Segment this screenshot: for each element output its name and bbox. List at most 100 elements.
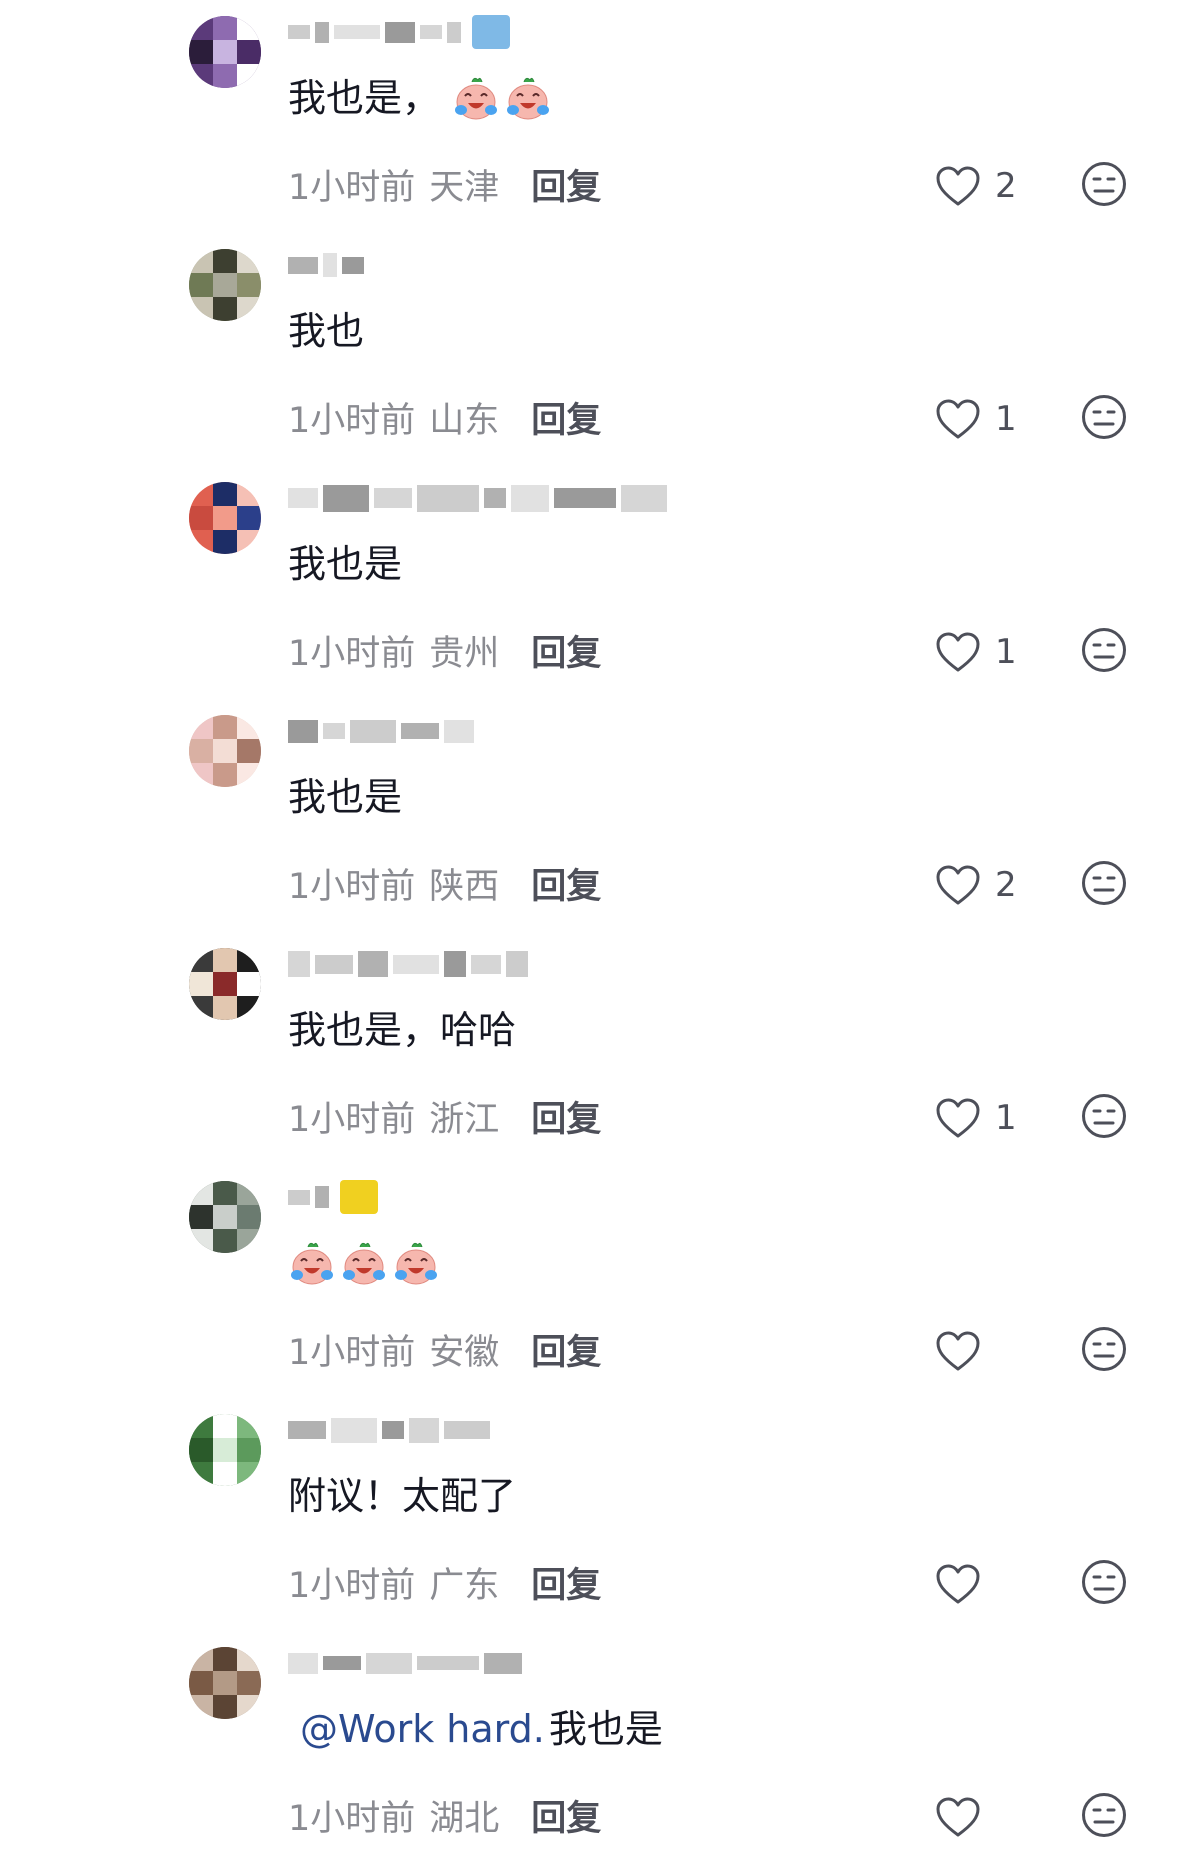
reply-button[interactable]: 回复: [531, 392, 601, 443]
neutral-face-icon[interactable]: [1081, 1792, 1127, 1838]
username-obscured[interactable]: [288, 713, 474, 749]
username-mosaic-block: [417, 1656, 479, 1670]
reply-button[interactable]: 回复: [531, 858, 601, 909]
username-mosaic-block: [366, 1652, 412, 1674]
username-mosaic-block: [350, 719, 396, 743]
username-obscured[interactable]: [288, 1179, 378, 1215]
avatar-pixel: [213, 739, 237, 763]
comment-item: 我也是， 1小时前 天津 回复 2: [0, 0, 1179, 234]
avatar[interactable]: [189, 16, 261, 88]
heart-icon[interactable]: [935, 1330, 981, 1372]
reply-button[interactable]: 回复: [531, 1091, 601, 1142]
avatar-pixel: [213, 1205, 237, 1229]
heart-icon[interactable]: [935, 864, 981, 906]
comment-item: 我也 1小时前 山东 回复 1: [0, 233, 1179, 467]
neutral-face-icon[interactable]: [1081, 627, 1127, 673]
like-button[interactable]: 2: [935, 162, 1017, 210]
comment-meta: 1小时前 天津 回复: [288, 158, 601, 210]
comment-item: 1小时前 安徽 回复: [0, 1165, 1179, 1399]
comment-region: 贵州: [429, 633, 500, 674]
avatar-pixel: [189, 996, 213, 1020]
reply-button[interactable]: 回复: [531, 159, 601, 210]
heart-icon[interactable]: [935, 1563, 981, 1605]
avatar-pixel: [237, 1695, 261, 1719]
username-obscured[interactable]: [288, 247, 364, 283]
avatar[interactable]: [189, 1647, 261, 1719]
avatar-pixel: [213, 1181, 237, 1205]
avatar-pixel: [189, 64, 213, 88]
username-obscured[interactable]: [288, 1412, 490, 1448]
reply-button[interactable]: 回复: [531, 1324, 601, 1375]
comment-text: 我也: [288, 309, 365, 353]
crying-laughing-emoji-icon: [288, 1239, 336, 1287]
avatar-pixel: [237, 64, 261, 88]
avatar[interactable]: [189, 715, 261, 787]
heart-icon[interactable]: [935, 631, 981, 673]
like-button[interactable]: 2: [935, 861, 1017, 909]
like-count: 2: [995, 865, 1017, 905]
reply-button[interactable]: 回复: [531, 1557, 601, 1608]
comment-item: 我也是 1小时前 陕西 回复 2: [0, 699, 1179, 933]
like-button[interactable]: 1: [935, 628, 1017, 676]
avatar-pixel: [189, 40, 213, 64]
username-mosaic-block: [342, 256, 364, 274]
heart-icon[interactable]: [935, 165, 981, 207]
username-obscured[interactable]: [288, 480, 667, 516]
comment-time: 1小时前: [288, 1332, 416, 1373]
avatar-pixel: [189, 948, 213, 972]
avatar-pixel: [189, 482, 213, 506]
avatar-pixel: [189, 1205, 213, 1229]
like-button[interactable]: 1: [935, 1094, 1017, 1142]
neutral-face-icon[interactable]: [1081, 860, 1127, 906]
avatar-pixel: [237, 1671, 261, 1695]
username-mosaic-block: [484, 1652, 522, 1674]
avatar-pixel: [237, 1647, 261, 1671]
avatar[interactable]: [189, 948, 261, 1020]
comment-region: 广东: [429, 1565, 500, 1606]
neutral-face-icon[interactable]: [1081, 1559, 1127, 1605]
avatar[interactable]: [189, 482, 261, 554]
comment-region: 陕西: [429, 866, 500, 907]
username-mosaic-block: [374, 488, 412, 508]
reply-button[interactable]: 回复: [531, 1790, 601, 1841]
avatar-pixel: [189, 249, 213, 273]
like-button[interactable]: [935, 1560, 981, 1608]
crying-laughing-emoji-icon: [392, 1239, 440, 1287]
like-button[interactable]: 1: [935, 395, 1017, 443]
neutral-face-icon[interactable]: [1081, 161, 1127, 207]
mention-link[interactable]: @Work hard.: [300, 1701, 545, 1757]
username-mosaic-block: [323, 484, 369, 512]
comment-region: 浙江: [429, 1099, 500, 1140]
username-obscured[interactable]: [288, 946, 528, 982]
username-mosaic-block: [334, 25, 380, 39]
heart-icon[interactable]: [935, 398, 981, 440]
avatar[interactable]: [189, 249, 261, 321]
heart-icon[interactable]: [935, 1097, 981, 1139]
heart-icon[interactable]: [935, 1796, 981, 1838]
username-obscured[interactable]: [288, 1645, 522, 1681]
neutral-face-icon[interactable]: [1081, 394, 1127, 440]
avatar[interactable]: [189, 1414, 261, 1486]
avatar-pixel: [237, 16, 261, 40]
neutral-face-icon[interactable]: [1081, 1326, 1127, 1372]
username-mosaic-block: [471, 954, 501, 974]
avatar-pixel: [189, 530, 213, 554]
username-obscured[interactable]: [288, 14, 510, 50]
avatar-pixel: [237, 1181, 261, 1205]
like-button[interactable]: [935, 1793, 981, 1841]
avatar-pixel: [237, 530, 261, 554]
neutral-face-icon[interactable]: [1081, 1093, 1127, 1139]
like-button[interactable]: [935, 1327, 981, 1375]
avatar-pixel: [189, 1229, 213, 1253]
avatar-pixel: [213, 996, 237, 1020]
reply-button[interactable]: 回复: [531, 625, 601, 676]
username-mosaic-block: [447, 21, 461, 43]
comment-item: 附议！太配了 1小时前 广东 回复: [0, 1398, 1179, 1632]
avatar-pixel: [213, 64, 237, 88]
comment-region: 安徽: [429, 1332, 500, 1373]
username-mosaic-block: [358, 951, 388, 977]
avatar-pixel: [189, 1438, 213, 1462]
username-mosaic-block: [401, 723, 439, 739]
avatar[interactable]: [189, 1181, 261, 1253]
username-mosaic-block: [554, 488, 616, 508]
